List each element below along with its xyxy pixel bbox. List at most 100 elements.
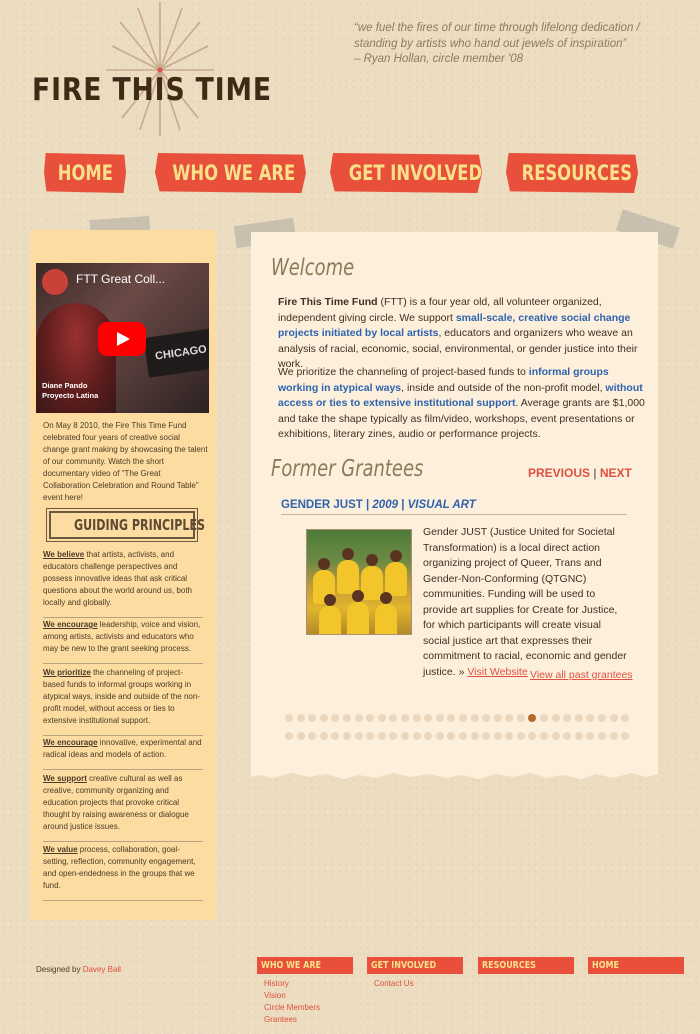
pagination-dot[interactable] [424, 732, 433, 740]
former-grantees-heading: Former Grantees [271, 456, 424, 482]
footer-resources[interactable]: RESOURCES [478, 957, 574, 974]
pagination-dot[interactable] [621, 732, 630, 740]
principle-item: We encourage leadership, voice and visio… [43, 619, 203, 664]
pagination-dot[interactable] [458, 732, 467, 740]
principle-item: We believe that artists, activists, and … [43, 549, 203, 618]
pagination-dot[interactable] [586, 714, 595, 722]
footer-link-history[interactable]: History [264, 979, 289, 988]
pagination-dot[interactable] [528, 714, 537, 722]
footer-who-we-are[interactable]: WHO WE ARE [257, 957, 353, 974]
pagination-dots [285, 712, 635, 748]
site-logo[interactable]: FIRE THIS TIME [30, 0, 280, 140]
pagination-dot[interactable] [377, 732, 386, 740]
pagination-dot[interactable] [389, 714, 398, 722]
grantee-name-link[interactable]: GENDER JUST [281, 499, 363, 511]
header-quote: “we fuel the fires of our time through l… [354, 21, 644, 68]
pagination-dot[interactable] [308, 714, 317, 722]
grantee-pager: PREVIOUS | NEXT [528, 466, 632, 480]
pagination-dot[interactable] [296, 714, 305, 722]
nav-who-we-are[interactable]: WHO WE ARE [155, 153, 306, 193]
pagination-dot[interactable] [505, 732, 514, 740]
pagination-dot[interactable] [470, 732, 479, 740]
pagination-dot[interactable] [342, 714, 351, 722]
pagination-dot[interactable] [366, 732, 375, 740]
pagination-dot[interactable] [551, 732, 560, 740]
priorities-paragraph: We prioritize the channeling of project-… [278, 366, 645, 440]
sidebar-intro-text: On May 8 2010, the Fire This Time Fund c… [43, 421, 208, 502]
pagination-dot[interactable] [319, 732, 328, 740]
grantee-year[interactable]: 2009 [372, 499, 398, 511]
pagination-dot[interactable] [447, 714, 456, 722]
view-all-grantees-link[interactable]: View all past grantees [530, 669, 633, 681]
grantee-title: GENDER JUST | 2009 | VISUAL ART [281, 499, 627, 515]
pagination-dot[interactable] [482, 714, 491, 722]
designer-link[interactable]: Davey Ball [83, 965, 121, 974]
pagination-dot[interactable] [516, 732, 525, 740]
pagination-dot[interactable] [551, 714, 560, 722]
pagination-dot[interactable] [377, 714, 386, 722]
pagination-dot[interactable] [308, 732, 317, 740]
footer-link-grantees[interactable]: Grantees [264, 1015, 297, 1024]
pagination-dot[interactable] [435, 714, 444, 722]
pagination-dot[interactable] [574, 732, 583, 740]
nav-home[interactable]: HOME [44, 153, 126, 193]
pagination-dot[interactable] [470, 714, 479, 722]
pagination-dot[interactable] [342, 732, 351, 740]
pagination-dot[interactable] [540, 732, 549, 740]
pagination-dot[interactable] [285, 714, 293, 722]
footer-link-circle-members[interactable]: Circle Members [264, 1003, 320, 1012]
pagination-dot[interactable] [482, 732, 491, 740]
pagination-dot[interactable] [563, 714, 572, 722]
pagination-dot[interactable] [586, 732, 595, 740]
pagination-dot[interactable] [621, 714, 630, 722]
pagination-dot[interactable] [574, 714, 583, 722]
pagination-dot[interactable] [563, 732, 572, 740]
footer-link-vision[interactable]: Vision [264, 991, 286, 1000]
pagination-dot[interactable] [458, 714, 467, 722]
pagination-dot[interactable] [424, 714, 433, 722]
play-icon[interactable] [98, 322, 146, 356]
pagination-dot[interactable] [412, 732, 421, 740]
pagination-dot[interactable] [528, 732, 537, 740]
nav-resources[interactable]: RESOURCES [506, 153, 638, 193]
pagination-dot[interactable] [435, 732, 444, 740]
pagination-dot[interactable] [331, 714, 340, 722]
pagination-dot[interactable] [331, 732, 340, 740]
pagination-dot[interactable] [285, 732, 293, 740]
principle-item: We value process, collaboration, goal-se… [43, 844, 203, 901]
footer-get-involved[interactable]: GET INVOLVED [367, 957, 463, 974]
visit-website-link[interactable]: Visit Website [467, 666, 527, 678]
pagination-dot[interactable] [319, 714, 328, 722]
pagination-dot[interactable] [400, 732, 409, 740]
grantee-description: Gender JUST (Justice United for Societal… [423, 526, 627, 678]
next-link[interactable]: NEXT [600, 466, 632, 480]
video-caption: Diane Pando Proyecto Latina [42, 381, 99, 400]
pagination-dot[interactable] [412, 714, 421, 722]
video-player[interactable]: CHICAGO FTT Great Coll... Diane Pando Pr… [36, 263, 209, 413]
footer-home[interactable]: HOME [588, 957, 684, 974]
pagination-dot[interactable] [505, 714, 514, 722]
pagination-dot[interactable] [540, 714, 549, 722]
intro-paragraph: Fire This Time Fund (FTT) is a four year… [278, 296, 638, 370]
pagination-dot[interactable] [598, 732, 607, 740]
pagination-dot[interactable] [447, 732, 456, 740]
pagination-dot[interactable] [493, 732, 502, 740]
pagination-dot[interactable] [493, 714, 502, 722]
pagination-dot[interactable] [516, 714, 525, 722]
torn-edge [251, 766, 658, 779]
previous-link[interactable]: PREVIOUS [528, 466, 590, 480]
pagination-dot[interactable] [354, 732, 363, 740]
pagination-dot[interactable] [609, 714, 618, 722]
nav-get-involved[interactable]: GET INVOLVED [330, 153, 482, 193]
pagination-dot[interactable] [389, 732, 398, 740]
pagination-dot[interactable] [296, 732, 305, 740]
video-title[interactable]: FTT Great Coll... [76, 272, 165, 286]
designer-credit: Designed by Davey Ball [36, 965, 121, 974]
footer-link-contact-us[interactable]: Contact Us [374, 979, 414, 988]
pagination-dot[interactable] [598, 714, 607, 722]
pagination-dot[interactable] [400, 714, 409, 722]
pagination-dot[interactable] [609, 732, 618, 740]
pagination-dot[interactable] [366, 714, 375, 722]
pagination-dot[interactable] [354, 714, 363, 722]
grantee-category[interactable]: VISUAL ART [408, 499, 476, 511]
